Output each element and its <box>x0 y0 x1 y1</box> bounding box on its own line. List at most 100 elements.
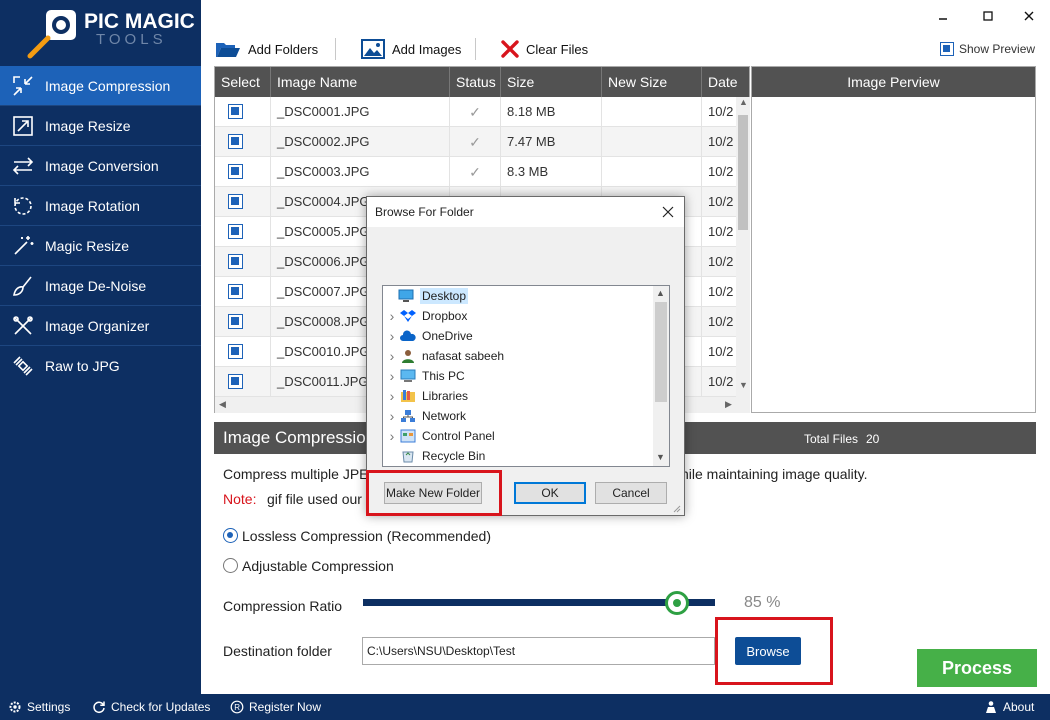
clear-files-button[interactable]: Clear Files <box>501 36 588 62</box>
status-bar: Settings Check for Updates R Register No… <box>0 694 1050 720</box>
tree-scrollbar[interactable]: ▲ ▼ <box>653 286 669 466</box>
select-cell <box>215 367 271 397</box>
sidebar-item-image-conversion[interactable]: Image Conversion <box>0 146 201 186</box>
expand-chevron-icon[interactable]: › <box>385 328 399 344</box>
compression-slider-thumb[interactable] <box>665 591 689 615</box>
lossless-radio[interactable] <box>223 528 238 543</box>
expand-chevron-icon[interactable]: › <box>385 308 399 324</box>
adjustable-radio[interactable] <box>223 558 238 573</box>
tree-scroll-down-icon[interactable]: ▼ <box>656 452 665 462</box>
add-images-button[interactable]: Add Images <box>361 36 461 62</box>
row-checkbox[interactable] <box>228 134 243 149</box>
compression-slider-track[interactable] <box>363 599 715 606</box>
dialog-close-button[interactable] <box>657 201 679 223</box>
folder-tree-item[interactable]: › Libraries <box>385 386 655 406</box>
add-images-label: Add Images <box>392 41 462 57</box>
scroll-down-icon[interactable]: ▼ <box>739 380 748 390</box>
convert-arrows-icon <box>10 153 36 179</box>
column-header-new-size[interactable]: New Size <box>602 67 702 97</box>
process-button[interactable]: Process <box>917 649 1037 687</box>
resize-grip-icon[interactable] <box>671 503 681 513</box>
logo-text-line1: PIC MAGIC <box>84 10 195 33</box>
row-checkbox[interactable] <box>228 284 243 299</box>
register-now-link[interactable]: R Register Now <box>230 694 321 720</box>
expand-chevron-icon[interactable]: › <box>385 408 399 424</box>
adjustable-label[interactable]: Adjustable Compression <box>242 558 394 574</box>
minimize-button[interactable] <box>928 4 958 28</box>
sidebar-item-label: Image De-Noise <box>45 277 147 294</box>
scroll-right-icon[interactable]: ▶ <box>725 399 732 410</box>
expand-chevron-icon[interactable]: › <box>385 348 399 364</box>
sidebar-item-image-de-noise[interactable]: Image De-Noise <box>0 266 201 306</box>
column-header-select[interactable]: Select <box>215 67 271 97</box>
tree-scroll-up-icon[interactable]: ▲ <box>656 288 665 298</box>
window-titlebar <box>201 0 1050 32</box>
scroll-up-icon[interactable]: ▲ <box>739 97 748 107</box>
tree-scroll-thumb[interactable] <box>655 302 667 402</box>
maximize-button[interactable] <box>973 4 1003 28</box>
row-checkbox[interactable] <box>228 224 243 239</box>
clear-files-label: Clear Files <box>526 41 589 57</box>
add-folders-button[interactable]: Add Folders <box>215 36 318 62</box>
row-checkbox[interactable] <box>228 254 243 269</box>
check-updates-link[interactable]: Check for Updates <box>92 694 210 720</box>
folder-tree-item[interactable]: › This PC <box>385 366 655 386</box>
sidebar-item-label: Image Rotation <box>45 197 140 214</box>
tools-icon <box>10 313 36 339</box>
folder-tree-item[interactable]: › OneDrive <box>385 326 655 346</box>
highlight-box-make-new-folder <box>366 470 502 516</box>
sidebar-item-label: Image Compression <box>45 77 171 94</box>
row-checkbox[interactable] <box>228 314 243 329</box>
folder-tree-item[interactable]: Desktop <box>383 286 653 306</box>
table-vertical-scrollbar[interactable]: ▲ ▼ <box>736 97 750 397</box>
table-row[interactable]: _DSC0002.JPG ✓ 7.47 MB 10/2 <box>215 127 742 157</box>
table-row[interactable]: _DSC0001.JPG ✓ 8.18 MB 10/2 <box>215 97 742 127</box>
about-link[interactable]: About <box>984 694 1034 720</box>
image-name-cell: _DSC0001.JPG <box>271 97 450 127</box>
logo-icon: PIC MAGIC TOOLS <box>27 10 195 59</box>
close-button[interactable] <box>1014 4 1044 28</box>
row-checkbox[interactable] <box>228 194 243 209</box>
folder-tree-item[interactable]: › Network <box>385 406 655 426</box>
show-preview-checkbox[interactable] <box>940 42 954 56</box>
resize-icon <box>10 113 36 139</box>
compression-ratio-label: Compression Ratio <box>223 598 343 614</box>
column-header-date[interactable]: Date <box>702 67 749 97</box>
lossless-label[interactable]: Lossless Compression (Recommended) <box>242 528 491 544</box>
select-cell <box>215 307 271 337</box>
column-header-image-name[interactable]: Image Name <box>271 67 450 97</box>
sidebar-item-image-rotation[interactable]: Image Rotation <box>0 186 201 226</box>
settings-link[interactable]: Settings <box>8 694 70 720</box>
destination-folder-input[interactable] <box>362 637 715 665</box>
row-checkbox[interactable] <box>228 344 243 359</box>
sidebar-item-image-resize[interactable]: Image Resize <box>0 106 201 146</box>
folder-tree-item[interactable]: › Control Panel <box>385 426 655 446</box>
broom-icon <box>10 273 36 299</box>
row-checkbox[interactable] <box>228 104 243 119</box>
sidebar-item-image-organizer[interactable]: Image Organizer <box>0 306 201 346</box>
folder-tree-item[interactable]: Recycle Bin <box>385 446 655 466</box>
row-checkbox[interactable] <box>228 374 243 389</box>
register-now-label: Register Now <box>249 700 322 714</box>
sidebar-item-magic-resize[interactable]: Magic Resize <box>0 226 201 266</box>
new-size-cell <box>602 97 702 127</box>
expand-chevron-icon[interactable]: › <box>385 428 399 444</box>
show-preview-toggle[interactable]: Show Preview <box>940 36 1035 62</box>
toolbar-divider <box>335 38 336 60</box>
table-row[interactable]: _DSC0003.JPG ✓ 8.3 MB 10/2 <box>215 157 742 187</box>
column-header-size[interactable]: Size <box>501 67 602 97</box>
folder-tree-item[interactable]: › Dropbox <box>385 306 655 326</box>
folder-tree-label: nafasat sabeeh <box>422 349 505 363</box>
scroll-left-icon[interactable]: ◀ <box>219 399 226 410</box>
expand-chevron-icon[interactable]: › <box>385 368 399 384</box>
scroll-thumb[interactable] <box>738 115 748 230</box>
row-checkbox[interactable] <box>228 164 243 179</box>
column-header-status[interactable]: Status <box>450 67 501 97</box>
ok-button[interactable]: OK <box>514 482 586 504</box>
expand-chevron-icon[interactable]: › <box>385 388 399 404</box>
sidebar-item-raw-to-jpg[interactable]: Raw to JPG <box>0 346 201 386</box>
folder-tree-item[interactable]: › nafasat sabeeh <box>385 346 655 366</box>
sidebar-item-image-compression[interactable]: Image Compression <box>0 66 201 106</box>
cancel-button[interactable]: Cancel <box>595 482 667 504</box>
computer-icon <box>399 368 417 384</box>
